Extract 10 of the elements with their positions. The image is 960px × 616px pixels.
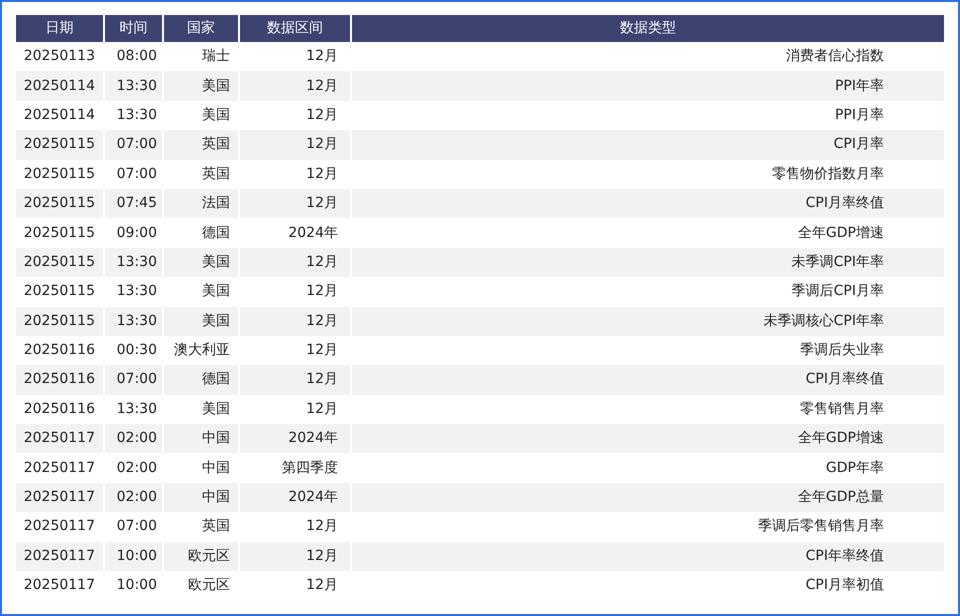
table-cell: 20250117	[15, 571, 104, 600]
column-header: 时间	[104, 15, 163, 42]
column-header: 国家	[163, 15, 239, 42]
table-cell: 欧元区	[163, 571, 239, 600]
table-cell: CPI月率初值	[351, 571, 945, 600]
table-cell: 12月	[239, 571, 351, 600]
column-header: 日期	[15, 15, 104, 42]
column-header: 数据区间	[239, 15, 351, 42]
table-cell: 10:00	[104, 571, 163, 600]
column-header: 数据类型	[351, 15, 945, 42]
